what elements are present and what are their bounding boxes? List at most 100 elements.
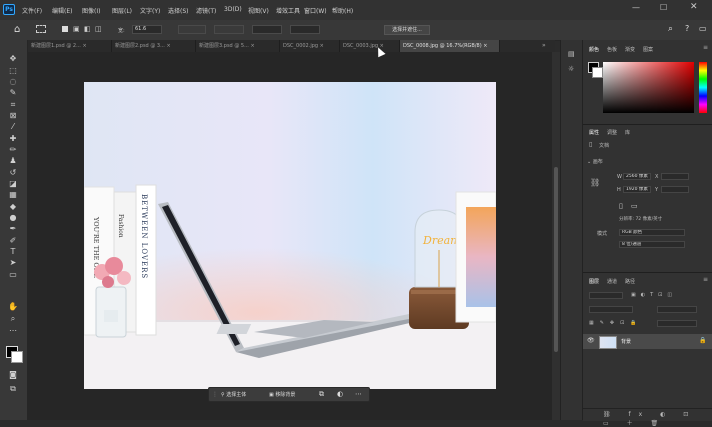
history-panel-icon[interactable]: ▤ <box>568 50 575 58</box>
anti-alias-checkbox[interactable] <box>178 25 206 34</box>
screen-mode-icon[interactable]: ⧉ <box>7 384 19 394</box>
tab-adjustments[interactable]: 调整 <box>607 129 617 136</box>
help-icon[interactable]: ? <box>685 24 689 33</box>
more-options-icon[interactable]: ⋯ <box>355 390 362 398</box>
history-brush-tool-icon[interactable]: ↺ <box>7 168 19 178</box>
menu-3d[interactable]: 3D(D) <box>224 6 242 13</box>
pen-tool-icon[interactable]: ✒ <box>7 224 19 234</box>
doc-tab[interactable]: 新建图层3.psd @ 5... × <box>196 40 280 52</box>
visibility-eye-icon[interactable]: 👁 <box>587 337 595 344</box>
lock-icons[interactable]: ▦✎✥⊡🔒 <box>589 320 643 326</box>
maximize-icon[interactable]: ☐ <box>660 3 667 12</box>
document-canvas[interactable]: BETWEEN LOVERS Fashion YOU'RE THE ONE Dr… <box>84 82 496 389</box>
mode-select[interactable]: RGB 颜色 <box>619 229 685 236</box>
marquee-tool-icon[interactable] <box>36 25 46 33</box>
tab-layers[interactable]: 图层 <box>589 278 599 285</box>
path-select-tool-icon[interactable]: ➤ <box>7 258 19 268</box>
opacity-field[interactable] <box>657 306 697 313</box>
move-tool-icon[interactable]: ✥ <box>7 54 19 64</box>
canvas-width-field[interactable]: 2560 像素 <box>623 173 651 180</box>
menu-image[interactable]: 图像(I) <box>82 6 100 15</box>
tabs-overflow-icon[interactable]: » <box>542 42 546 49</box>
swap-wh-input[interactable] <box>290 25 320 34</box>
layers-panel-menu-icon[interactable]: ≡ <box>703 276 708 283</box>
doc-tab[interactable]: 新建图层1.psd @ 2... × <box>28 40 112 52</box>
tab-channels[interactable]: 通道 <box>607 278 617 285</box>
tab-paths[interactable]: 路径 <box>625 278 635 285</box>
scrollbar-thumb[interactable] <box>554 167 558 352</box>
style-select[interactable] <box>214 25 244 34</box>
fill-field[interactable] <box>657 320 697 327</box>
doc-tab[interactable]: DSC_0002.jpg × <box>280 40 340 52</box>
layer-name[interactable]: 背景 <box>621 338 631 345</box>
menu-select[interactable]: 选择(S) <box>168 6 189 15</box>
menu-filter[interactable]: 滤镜(T) <box>196 6 216 15</box>
tab-gradients[interactable]: 渐变 <box>625 46 635 53</box>
eyedropper-tool-icon[interactable]: ⁄ <box>7 122 19 132</box>
color-picker-field[interactable] <box>603 62 694 113</box>
adjust-icon[interactable]: ◐ <box>337 390 343 398</box>
more-tools-icon[interactable]: ⋯ <box>7 326 19 336</box>
select-subject-button[interactable]: ⚲ 选择主体 <box>221 391 246 398</box>
menu-plugins[interactable]: 增效工具 <box>276 6 300 15</box>
dodge-tool-icon[interactable]: ● <box>7 213 19 223</box>
doc-tab[interactable]: 新建图层2.psd @ 3... × <box>112 40 196 52</box>
orientation-portrait-icon[interactable]: ▯ <box>619 202 623 210</box>
background-color-swatch[interactable] <box>11 351 23 363</box>
tab-libraries[interactable]: 库 <box>625 129 630 136</box>
menu-help[interactable]: 帮助(H) <box>332 6 353 15</box>
search-icon[interactable]: ⌕ <box>668 24 673 34</box>
minimize-icon[interactable]: — <box>632 3 640 12</box>
quick-mask-icon[interactable]: ◙ <box>7 370 19 380</box>
rectangle-tool-icon[interactable]: ▭ <box>7 270 19 280</box>
menu-window[interactable]: 窗口(W) <box>304 6 327 15</box>
eraser-tool-icon[interactable]: ◪ <box>7 179 19 189</box>
doc-tab-active[interactable]: DSC_0008.jpg @ 16.7%(RGB/8) × <box>400 40 500 52</box>
home-icon[interactable]: ⌂ <box>14 24 20 35</box>
tab-patterns[interactable]: 图案 <box>643 46 653 53</box>
canvas-x-field[interactable] <box>661 173 689 180</box>
canvas-height-field[interactable]: 1920 像素 <box>623 186 651 193</box>
stamp-tool-icon[interactable]: ♟ <box>7 156 19 166</box>
marquee-tool-icon[interactable]: ⬚ <box>7 66 19 76</box>
bit-depth-select[interactable]: 8 位/通道 <box>619 241 685 248</box>
menu-layer[interactable]: 图层(L) <box>112 6 132 15</box>
menu-edit[interactable]: 编辑(E) <box>52 6 72 15</box>
workspace-icon[interactable]: ▭ <box>699 24 707 33</box>
brush-panel-icon[interactable]: ☼ <box>568 65 574 73</box>
crop-tool-icon[interactable]: ⌗ <box>7 100 19 110</box>
doc-tab[interactable]: DSC_0003.jpg × <box>340 40 400 52</box>
tab-swatches[interactable]: 色板 <box>607 46 617 53</box>
menu-type[interactable]: 文字(Y) <box>140 6 160 15</box>
menu-view[interactable]: 视图(V) <box>248 6 269 15</box>
blur-tool-icon[interactable]: ◆ <box>7 202 19 212</box>
link-dimensions-icon[interactable]: ⛓ <box>590 178 600 187</box>
pencil-tool-icon[interactable]: ✐ <box>7 236 19 246</box>
panel-menu-icon[interactable]: ≡ <box>703 44 708 51</box>
add-selection-icon[interactable]: ▣ <box>73 25 80 33</box>
select-and-mask-button[interactable]: 选择并遮住... <box>384 25 430 35</box>
gradient-tool-icon[interactable]: ▦ <box>7 190 19 200</box>
layer-filter-select[interactable] <box>589 292 623 299</box>
filter-icons[interactable]: ▣◐T⊡◫ <box>631 292 677 298</box>
quick-select-tool-icon[interactable]: ✎ <box>7 88 19 98</box>
app-logo[interactable]: Ps <box>3 4 15 15</box>
canvas-y-field[interactable] <box>661 186 689 193</box>
new-selection-icon[interactable] <box>62 26 68 32</box>
remove-background-button[interactable]: ▣ 移除背景 <box>269 391 295 398</box>
transform-icon[interactable]: ⧉ <box>319 390 324 399</box>
healing-brush-tool-icon[interactable]: ✚ <box>7 134 19 144</box>
subtract-selection-icon[interactable]: ◧ <box>84 25 91 33</box>
tab-color[interactable]: 颜色 <box>589 46 599 53</box>
tab-properties[interactable]: 属性 <box>589 129 599 136</box>
close-icon[interactable]: ✕ <box>690 2 698 12</box>
width-input[interactable]: 61.6 <box>132 25 162 34</box>
blend-mode-select[interactable] <box>589 306 633 313</box>
intersect-selection-icon[interactable]: ◫ <box>95 25 102 33</box>
canvas-section-title[interactable]: ⌄ 画布 <box>587 158 603 165</box>
hand-tool-icon[interactable]: ✋ <box>7 302 19 312</box>
type-tool-icon[interactable]: T <box>7 247 19 257</box>
layer-actions-icons[interactable]: ⛓ fx ◐ ⊡ ▭ ＋ 🗑 <box>603 411 712 427</box>
lasso-tool-icon[interactable]: ◌ <box>7 77 19 87</box>
frame-tool-icon[interactable]: ⊠ <box>7 111 19 121</box>
